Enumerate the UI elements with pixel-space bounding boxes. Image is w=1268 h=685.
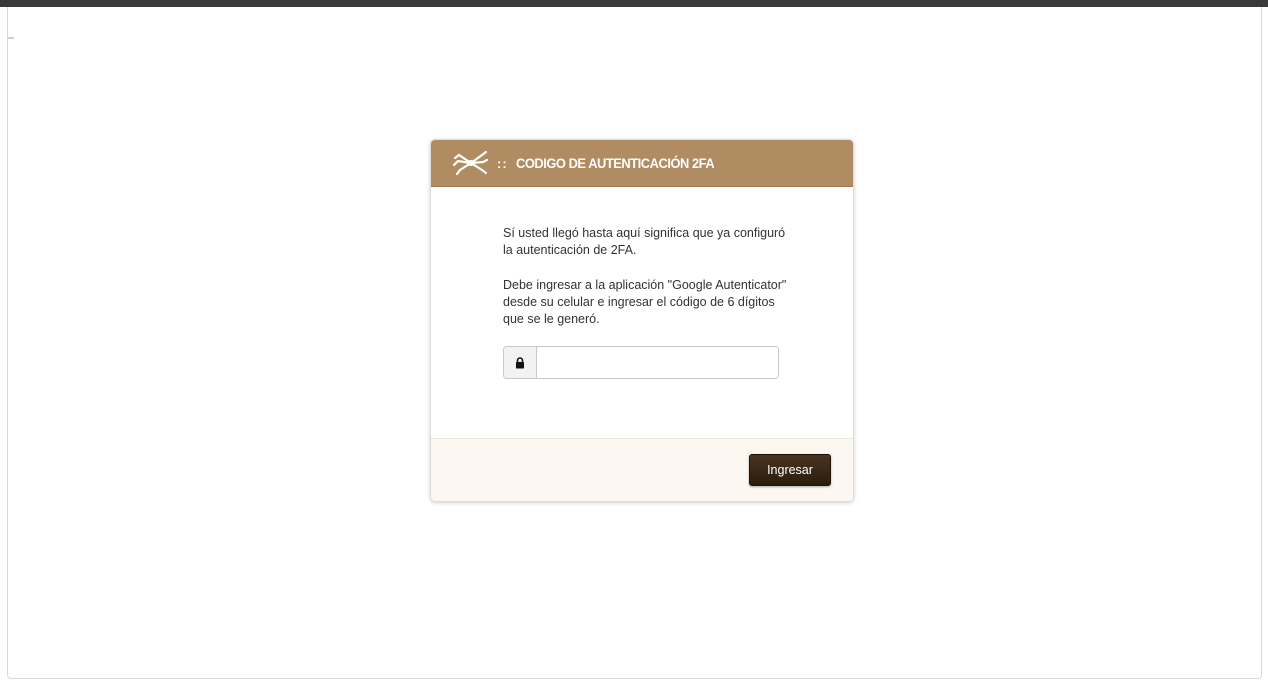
panel-header: :: CODIGO DE AUTENTICACIÓN 2FA: [431, 140, 853, 187]
header-separator: ::: [497, 155, 508, 171]
info-text-configured: Sí usted llegó hasta aquí significa que …: [503, 226, 786, 257]
spider-logo-icon: [452, 150, 489, 176]
frame-corner-mark: [8, 37, 14, 39]
info-text-instructions: Debe ingresar a la aplicación "Google Au…: [503, 278, 787, 326]
panel-footer: Ingresar: [431, 439, 853, 501]
login-2fa-panel: :: CODIGO DE AUTENTICACIÓN 2FA Sí usted …: [430, 139, 854, 502]
panel-title: CODIGO DE AUTENTICACIÓN 2FA: [515, 155, 715, 171]
code-input-group: [503, 346, 779, 379]
submit-button[interactable]: Ingresar: [749, 454, 831, 486]
panel-body: Sí usted llegó hasta aquí significa que …: [431, 187, 853, 439]
code-input[interactable]: [537, 347, 778, 378]
lock-icon: [504, 347, 537, 378]
window-top-bar: [0, 0, 1268, 7]
